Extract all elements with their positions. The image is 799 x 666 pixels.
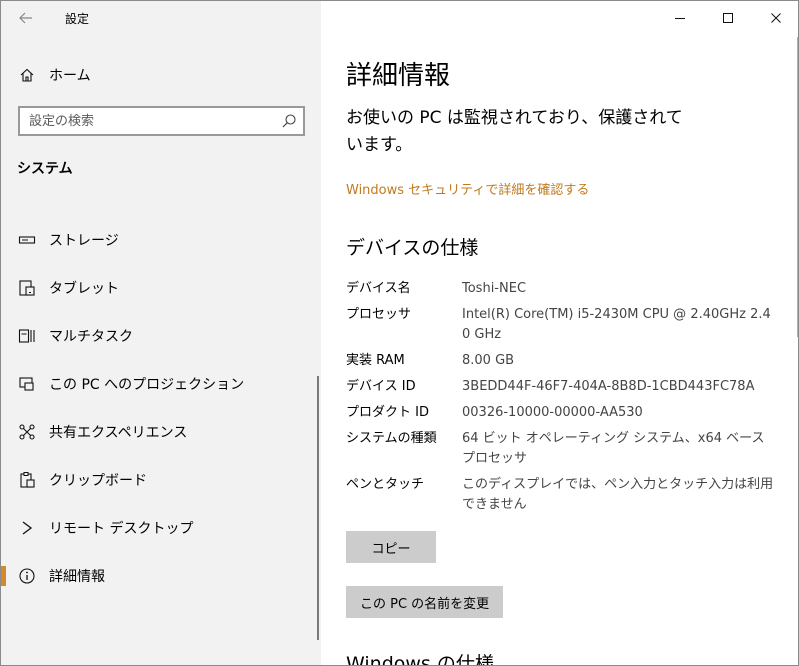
sidebar-item-tablet[interactable]: タブレット	[1, 270, 317, 306]
spec-value: Intel(R) Core(TM) i5-2430M CPU @ 2.40GHz…	[462, 307, 771, 342]
sidebar-item-label: マルチタスク	[49, 329, 133, 345]
minimize-button[interactable]	[656, 1, 704, 35]
window-controls	[656, 1, 798, 35]
spec-key: 実装 RAM	[346, 353, 405, 368]
sidebar-item-label: リモート デスクトップ	[49, 521, 194, 537]
sidebar-item-label: ホーム	[49, 68, 91, 84]
sidebar-item-multitasking[interactable]: マルチタスク	[1, 318, 317, 354]
spec-value: このディスプレイでは、ペン入力とタッチ入力は利用できません	[462, 477, 774, 512]
sidebar-item-projection[interactable]: この PC へのプロジェクション	[1, 366, 317, 402]
sidebar-scrollbar[interactable]	[317, 376, 319, 640]
main-content: 詳細情報 お使いの PC は監視されており、保護されています。 Windows …	[321, 1, 798, 666]
rename-pc-button[interactable]: この PC の名前を変更	[346, 586, 504, 618]
back-arrow-icon	[19, 12, 32, 24]
sidebar-item-clipboard[interactable]: クリップボード	[1, 462, 317, 498]
selection-indicator	[1, 566, 6, 586]
sidebar-item-label: この PC へのプロジェクション	[49, 377, 245, 393]
spec-value: 3BEDD44F-46F7-404A-8B8D-1CBD443FC78A	[462, 379, 755, 394]
search-box[interactable]	[18, 106, 305, 136]
close-icon	[771, 13, 781, 23]
remote-desktop-icon	[17, 518, 37, 538]
search-icon	[282, 114, 296, 128]
protection-status-message: お使いの PC は監視されており、保護されています。	[346, 108, 683, 155]
sidebar-item-label: ストレージ	[49, 233, 119, 249]
spec-row-device-id: デバイス ID 3BEDD44F-46F7-404A-8B8D-1CBD443F…	[346, 377, 786, 397]
page-title: 詳細情報	[346, 61, 451, 91]
multitasking-icon	[17, 326, 37, 346]
projection-icon	[17, 374, 37, 394]
spec-key: デバイス ID	[346, 379, 416, 394]
close-button[interactable]	[752, 1, 798, 35]
sidebar-item-home[interactable]: ホーム	[1, 59, 321, 91]
sidebar-item-storage[interactable]: ストレージ	[1, 222, 317, 258]
spec-row-device-name: デバイス名 Toshi-NEC	[346, 279, 786, 299]
spec-key: システムの種類	[346, 431, 437, 446]
search-input[interactable]	[20, 108, 279, 134]
title-bar: 設定	[1, 1, 321, 35]
tablet-icon	[17, 278, 37, 298]
spec-key: プロセッサ	[346, 307, 412, 322]
sidebar: 設定 ホーム システム	[1, 1, 321, 665]
windows-specs-heading: Windows の仕様	[346, 653, 494, 666]
spec-row-pen-touch: ペンとタッチ このディスプレイでは、ペン入力とタッチ入力は利用できません	[346, 475, 786, 515]
spec-key: デバイス名	[346, 281, 411, 296]
spec-row-ram: 実装 RAM 8.00 GB	[346, 351, 786, 371]
clipboard-icon	[17, 470, 37, 490]
spec-row-processor: プロセッサ Intel(R) Core(TM) i5-2430M CPU @ 2…	[346, 305, 786, 345]
section-heading: システム	[17, 161, 73, 177]
windows-security-link[interactable]: Windows セキュリティで詳細を確認する	[346, 179, 589, 198]
spec-row-system-type: システムの種類 64 ビット オペレーティング システム、x64 ベース プロセ…	[346, 429, 786, 469]
app-title: 設定	[65, 12, 90, 26]
sidebar-item-remote-desktop[interactable]: リモート デスクトップ	[1, 510, 317, 546]
device-specs-table: デバイス名 Toshi-NEC プロセッサ Intel(R) Core(TM) …	[346, 279, 786, 521]
device-specs-heading: デバイスの仕様	[346, 237, 479, 259]
info-icon	[17, 566, 37, 586]
sidebar-item-label: 詳細情報	[49, 569, 105, 585]
storage-icon	[17, 230, 37, 250]
spec-value: Toshi-NEC	[462, 281, 527, 296]
copy-button[interactable]: コピー	[346, 531, 436, 563]
spec-value: 00326-10000-00000-AA530	[462, 405, 643, 420]
spec-key: ペンとタッチ	[346, 477, 425, 492]
maximize-icon	[723, 13, 733, 23]
spec-value: 64 ビット オペレーティング システム、x64 ベース プロセッサ	[462, 431, 765, 466]
spec-value: 8.00 GB	[462, 353, 515, 368]
back-button[interactable]	[9, 3, 43, 33]
sidebar-item-label: クリップボード	[49, 473, 147, 489]
spec-key: プロダクト ID	[346, 405, 429, 420]
minimize-icon	[675, 18, 685, 19]
spec-row-product-id: プロダクト ID 00326-10000-00000-AA530	[346, 403, 786, 423]
sidebar-item-label: 共有エクスペリエンス	[49, 425, 188, 441]
sidebar-item-shared-experiences[interactable]: 共有エクスペリエンス	[1, 414, 317, 450]
maximize-button[interactable]	[704, 1, 752, 35]
sidebar-item-about[interactable]: 詳細情報	[1, 558, 317, 594]
sidebar-item-label: タブレット	[49, 281, 119, 297]
home-icon	[17, 65, 37, 85]
shared-experiences-icon	[17, 422, 37, 442]
settings-window: 設定 ホーム システム	[0, 0, 799, 666]
